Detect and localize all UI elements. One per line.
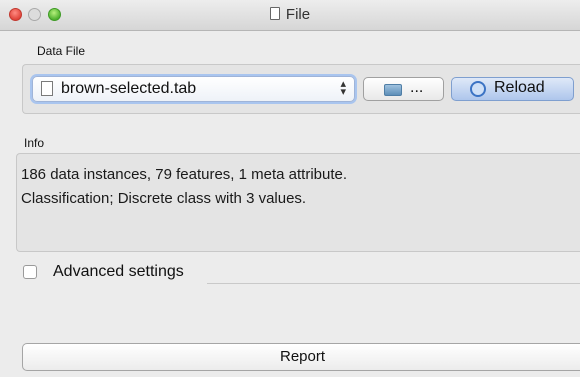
file-document-icon: [41, 81, 53, 96]
file-select[interactable]: brown-selected.tab ▴ ▾: [32, 76, 355, 102]
title-bar: File: [0, 0, 580, 31]
document-icon: [269, 7, 280, 20]
browse-label: ...: [410, 79, 424, 96]
reload-icon: [470, 81, 486, 97]
advanced-settings-label[interactable]: Advanced settings: [53, 263, 184, 281]
folder-icon: [384, 84, 402, 96]
reload-label: Reload: [494, 79, 545, 96]
report-button[interactable]: Report: [22, 343, 580, 371]
file-select-value: brown-selected.tab: [61, 80, 197, 97]
browse-button[interactable]: ...: [363, 77, 444, 101]
data-file-group-label: Data File: [37, 44, 86, 58]
window-title: File: [285, 6, 311, 23]
updown-arrows-icon: ▴ ▾: [340, 78, 346, 98]
info-group-label: Info: [24, 136, 45, 150]
info-line-1: 186 data instances, 79 features, 1 meta …: [21, 166, 348, 183]
window-title-wrap: File: [0, 6, 580, 23]
info-line-2: Classification; Discrete class with 3 va…: [21, 190, 307, 207]
reload-button[interactable]: Reload: [451, 77, 574, 101]
divider: [207, 283, 580, 284]
advanced-settings-checkbox[interactable]: [23, 265, 37, 279]
